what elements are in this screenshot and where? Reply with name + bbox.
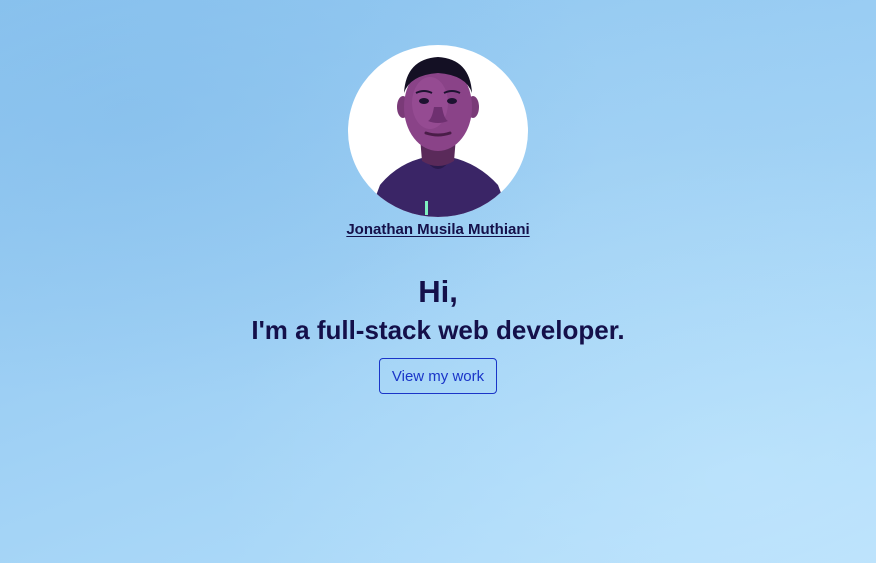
greeting-heading: Hi, bbox=[418, 274, 458, 309]
tagline-heading: I'm a full-stack web developer. bbox=[251, 315, 625, 345]
hero-section: Jonathan Musila Muthiani Hi, I'm a full-… bbox=[0, 0, 876, 394]
profile-name-link[interactable]: Jonathan Musila Muthiani bbox=[346, 221, 529, 238]
profile-photo-icon bbox=[368, 57, 510, 217]
profile-avatar bbox=[348, 45, 528, 217]
view-my-work-button[interactable]: View my work bbox=[378, 358, 498, 394]
